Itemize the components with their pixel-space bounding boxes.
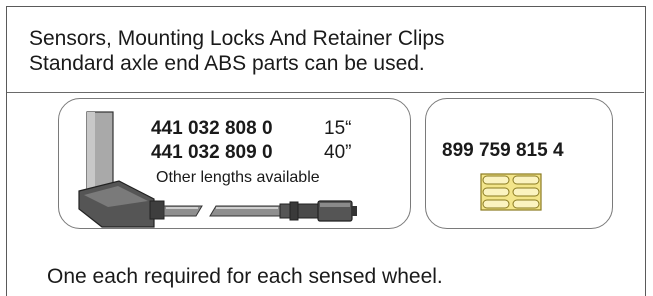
title-line-1: Sensors, Mounting Locks And Retainer Cli… xyxy=(29,27,445,50)
sensor-part-number-1: 441 032 808 0 xyxy=(151,118,273,139)
retainer-clip-icon xyxy=(480,173,542,211)
clip-part-number: 899 759 815 4 xyxy=(442,140,564,161)
sensor-length-2: 40” xyxy=(324,142,352,163)
footer-note: One each required for each sensed wheel. xyxy=(47,265,443,288)
header-divider xyxy=(7,92,644,93)
sensor-panel: 441 032 808 0 15“ 441 032 809 0 40” Othe… xyxy=(58,98,411,229)
title-line-2: Standard axle end ABS parts can be used. xyxy=(29,52,425,75)
other-lengths-note: Other lengths available xyxy=(156,169,320,186)
document-frame: Sensors, Mounting Locks And Retainer Cli… xyxy=(6,6,646,296)
sensor-part-number-2: 441 032 809 0 xyxy=(151,142,273,163)
retainer-clip-panel: 899 759 815 4 xyxy=(425,98,613,229)
sensor-length-1: 15“ xyxy=(324,118,352,139)
